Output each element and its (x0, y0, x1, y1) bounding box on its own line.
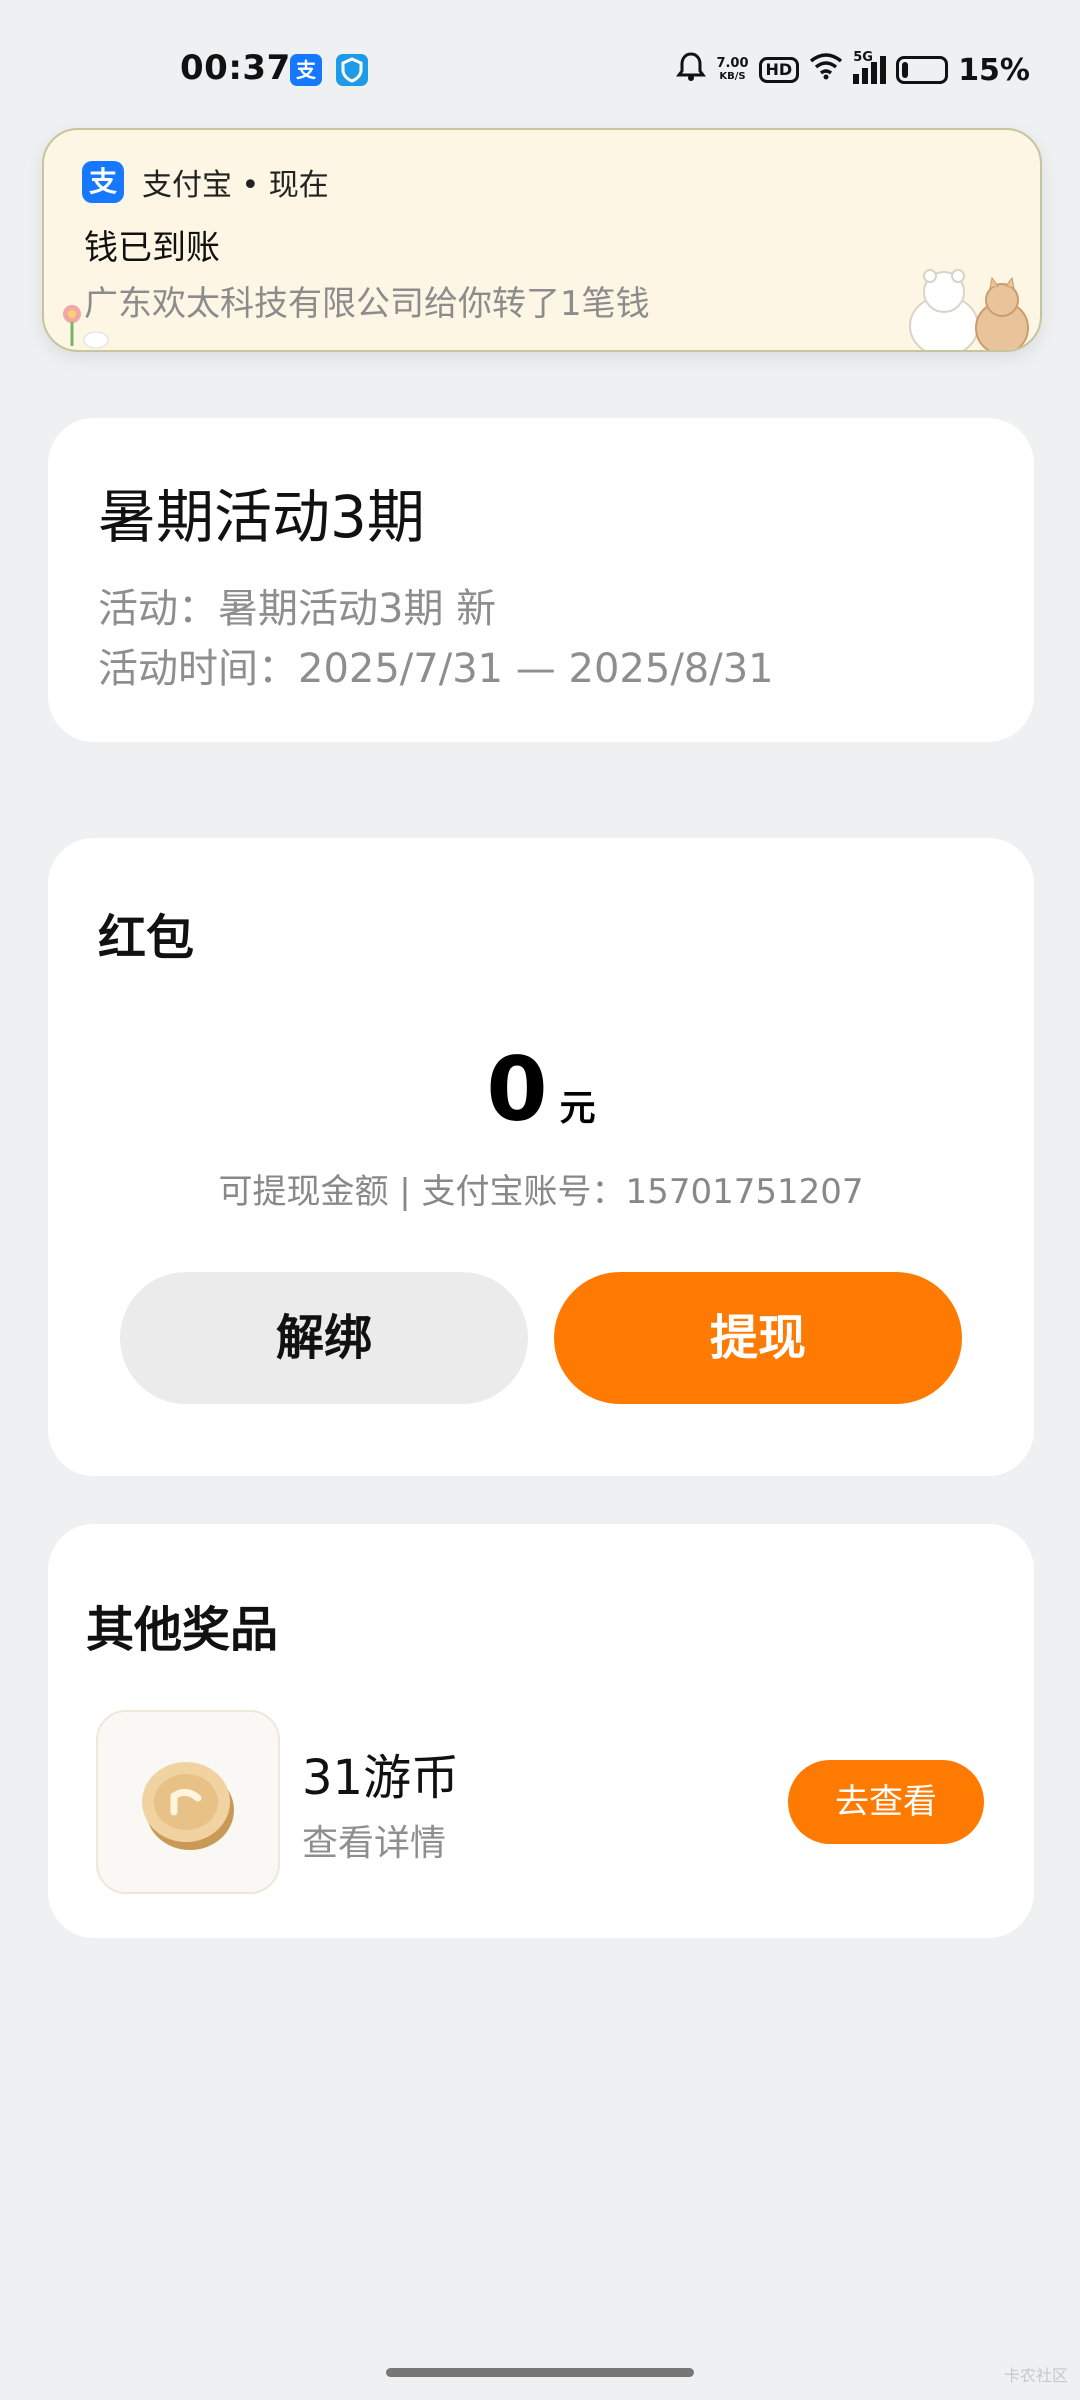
network-type-label: 5G (853, 50, 873, 65)
notification-body: 广东欢太科技有限公司给你转了1笔钱 (84, 284, 650, 324)
watermark: 卡农社区 (1003, 2366, 1068, 2385)
withdraw-button[interactable]: 提现 (554, 1272, 962, 1404)
prize-name: 31游币 (302, 1750, 460, 1806)
alarm-icon (676, 50, 707, 90)
notification-app: 支付宝 • 现在 (142, 168, 329, 203)
other-prizes-card: 其他奖品 31游币 查看详情 去查看 (48, 1524, 1034, 1938)
network-speed: 7.00 KB/S (716, 57, 748, 83)
notification-banner[interactable]: 支 支付宝 • 现在 钱已到账 广东欢太科技有限公司给你转了1笔钱 (42, 128, 1042, 352)
status-icons: 7.00 KB/S HD 5G 15% (676, 50, 1030, 90)
red-packet-amount: 0元 (48, 1038, 1034, 1141)
game-coin-icon (142, 1762, 234, 1850)
bear-cat-decoration-icon (909, 269, 1029, 350)
view-prize-button[interactable]: 去查看 (788, 1760, 984, 1844)
activity-period: 活动时间：2025/7/31 — 2025/8/31 (98, 646, 774, 692)
other-prizes-title: 其他奖品 (86, 1602, 279, 1658)
home-indicator[interactable] (386, 2368, 694, 2377)
amount-unit: 元 (559, 1088, 596, 1129)
prize-details-link[interactable]: 查看详情 (302, 1814, 446, 1866)
alipay-icon: 支 (290, 54, 322, 86)
activity-title: 暑期活动3期 (98, 483, 425, 551)
network-speed-value: 7.00 (716, 56, 749, 71)
battery-icon (896, 56, 949, 84)
activity-card: 暑期活动3期 活动：暑期活动3期 新 活动时间：2025/7/31 — 2025… (48, 418, 1034, 742)
alipay-logo-icon: 支 (82, 161, 124, 203)
activity-name: 活动：暑期活动3期 新 (98, 586, 497, 632)
status-time: 00:37 (180, 48, 291, 88)
wifi-icon (809, 52, 843, 88)
hd-badge: HD (758, 57, 800, 83)
network-speed-unit: KB/S (719, 71, 746, 82)
notification-title: 钱已到账 (84, 228, 220, 268)
withdraw-account-info: 可提现金额 | 支付宝账号：15701751207 (218, 1172, 864, 1212)
battery-percent: 15% (958, 52, 1030, 88)
status-bar: 00:37 支 7.00 KB/S HD 5G 15% (0, 0, 1080, 140)
unbind-button[interactable]: 解绑 (120, 1272, 528, 1404)
red-packet-title: 红包 (98, 910, 195, 966)
notification-header: 支 支付宝 • 现在 (82, 160, 329, 204)
cellular-signal: 5G (853, 50, 887, 84)
flower-decoration-icon (63, 305, 109, 349)
red-packet-card: 红包 0元 可提现金额 | 支付宝账号：15701751207 解绑 提现 (48, 838, 1034, 1476)
amount-value: 0 (486, 1038, 548, 1141)
shield-app-icon (336, 54, 368, 86)
prize-thumbnail (96, 1710, 280, 1894)
